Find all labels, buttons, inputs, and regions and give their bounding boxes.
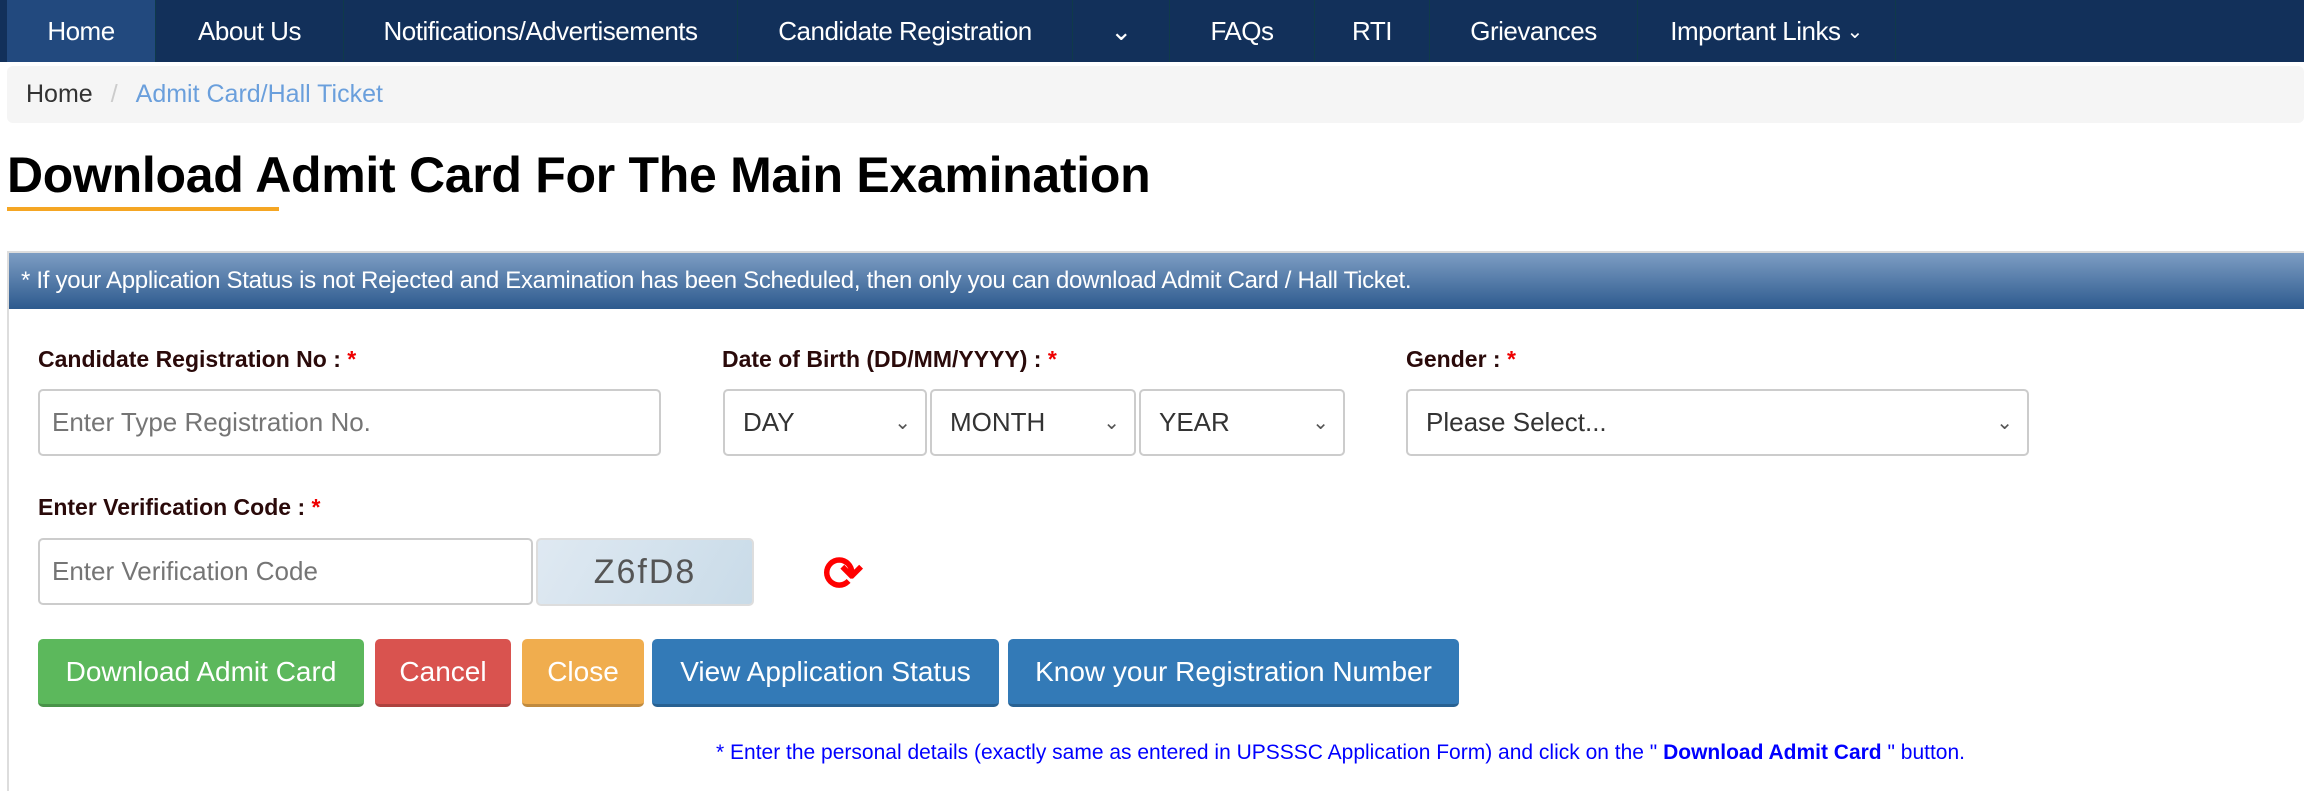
view-application-status-button[interactable]: View Application Status bbox=[652, 639, 999, 707]
info-banner: * If your Application Status is not Reje… bbox=[9, 253, 2304, 309]
chevron-down-icon[interactable]: ⌄ bbox=[1073, 0, 1170, 62]
breadcrumb-current[interactable]: Admit Card/Hall Ticket bbox=[136, 80, 383, 109]
nav-home[interactable]: Home bbox=[7, 0, 156, 62]
nav-notifications[interactable]: Notifications/Advertisements bbox=[344, 0, 738, 62]
breadcrumb-home[interactable]: Home bbox=[26, 80, 93, 109]
cancel-button[interactable]: Cancel bbox=[375, 639, 511, 707]
nav-candidate-registration[interactable]: Candidate Registration bbox=[738, 0, 1073, 62]
chevron-down-icon: ⌄ bbox=[894, 412, 911, 434]
breadcrumb-separator: / bbox=[110, 80, 118, 108]
nav-important-links[interactable]: Important Links ⌄ bbox=[1638, 0, 1896, 62]
dob-label: Date of Birth (DD/MM/YYYY) : * bbox=[722, 346, 1057, 372]
close-button[interactable]: Close bbox=[522, 639, 644, 707]
verification-code-input[interactable] bbox=[38, 538, 533, 605]
know-registration-number-button[interactable]: Know your Registration Number bbox=[1008, 639, 1459, 707]
title-underline bbox=[7, 207, 279, 211]
nav-grievances[interactable]: Grievances bbox=[1430, 0, 1638, 62]
day-select[interactable]: DAY ⌄ bbox=[723, 389, 927, 456]
chevron-down-icon: ⌄ bbox=[1996, 412, 2013, 434]
registration-input[interactable] bbox=[38, 389, 661, 456]
instruction-note: * Enter the personal details (exactly sa… bbox=[716, 741, 1965, 764]
nav-about-us[interactable]: About Us bbox=[156, 0, 344, 62]
month-select[interactable]: MONTH ⌄ bbox=[930, 389, 1136, 456]
nav-rti[interactable]: RTI bbox=[1315, 0, 1430, 62]
refresh-icon[interactable]: ⟳ bbox=[818, 550, 868, 600]
form-panel bbox=[7, 251, 2304, 791]
gender-label: Gender : * bbox=[1406, 346, 1516, 372]
captcha-image: Z6fD8 bbox=[536, 538, 754, 606]
page-title: Download Admit Card For The Main Examina… bbox=[7, 147, 1151, 203]
gender-select[interactable]: Please Select... ⌄ bbox=[1406, 389, 2029, 456]
chevron-down-icon: ⌄ bbox=[1312, 412, 1329, 434]
download-admit-card-button[interactable]: Download Admit Card bbox=[38, 639, 364, 707]
chevron-down-icon: ⌄ bbox=[1103, 412, 1120, 434]
code-label: Enter Verification Code : * bbox=[38, 494, 321, 520]
top-nav: Home About Us Notifications/Advertisemen… bbox=[0, 0, 2304, 62]
breadcrumb: Home / Admit Card/Hall Ticket bbox=[7, 66, 2304, 123]
nav-important-links-label: Important Links bbox=[1670, 15, 1841, 46]
nav-faqs[interactable]: FAQs bbox=[1170, 0, 1315, 62]
chevron-down-icon: ⌄ bbox=[1846, 20, 1863, 43]
year-select[interactable]: YEAR ⌄ bbox=[1139, 389, 1345, 456]
reg-label: Candidate Registration No : * bbox=[38, 346, 357, 372]
